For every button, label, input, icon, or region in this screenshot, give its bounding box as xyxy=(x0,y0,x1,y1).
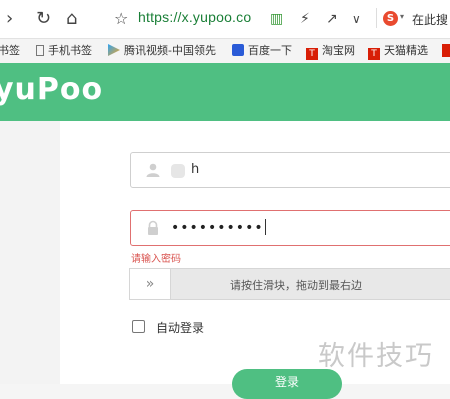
search-engine-dropdown-icon[interactable]: ▾ xyxy=(400,12,404,21)
chevron-down-icon[interactable]: ∨ xyxy=(352,8,361,30)
remember-checkbox[interactable] xyxy=(132,320,145,333)
share-icon[interactable]: ↗ xyxy=(326,8,338,30)
forward-icon[interactable]: › xyxy=(6,8,13,30)
username-value: h xyxy=(191,162,200,177)
remember-label[interactable]: 自动登录 xyxy=(156,319,204,336)
watermark-text: 软件技巧 xyxy=(318,341,434,372)
text-caret xyxy=(264,219,266,235)
password-value: •••••••••• xyxy=(171,219,266,236)
lightning-icon[interactable]: ⚡ xyxy=(300,8,310,30)
tmall-icon: T xyxy=(368,48,380,60)
bookmarks-bar: 书签 手机书签 腾讯视频-中国领先 百度一下 T 淘宝网 T 天猫精选 xyxy=(0,38,450,64)
search-box[interactable]: 在此搜 xyxy=(412,11,448,28)
slider-handle[interactable]: » xyxy=(130,269,171,299)
username-field[interactable]: h xyxy=(130,152,450,188)
password-error-message: 请输入密码 xyxy=(131,254,181,265)
bookmark-item[interactable]: 百度一下 xyxy=(232,43,292,59)
reader-icon[interactable]: ▥ xyxy=(270,8,283,30)
search-engine-icon[interactable]: S xyxy=(383,11,398,26)
redacted-text xyxy=(171,164,185,178)
bookmark-item[interactable]: 书签 xyxy=(0,43,20,59)
slider-instruction: 请按住滑块，拖动到最右边 xyxy=(230,279,362,292)
bookmark-item[interactable]: T 淘宝网 xyxy=(306,43,355,60)
user-icon xyxy=(146,163,160,177)
overflow-bookmark-icon[interactable] xyxy=(442,44,450,57)
login-button[interactable]: 登录 xyxy=(232,369,342,399)
lock-icon xyxy=(148,220,158,235)
star-icon[interactable]: ☆ xyxy=(114,8,128,30)
slider-captcha[interactable]: » 请按住滑块，拖动到最右边 xyxy=(129,268,450,300)
bookmark-item[interactable]: 手机书签 xyxy=(36,43,92,59)
password-field[interactable]: •••••••••• xyxy=(130,210,450,246)
phone-icon xyxy=(36,45,44,56)
bookmark-item[interactable]: T 天猫精选 xyxy=(368,43,428,60)
video-icon xyxy=(108,44,120,56)
left-panel xyxy=(0,121,60,384)
address-bar[interactable]: https://x.yupoo.co xyxy=(138,9,251,25)
bookmark-item[interactable]: 腾讯视频-中国领先 xyxy=(108,43,216,59)
taobao-icon: T xyxy=(306,48,318,60)
site-logo[interactable]: yuPoo xyxy=(0,72,103,107)
refresh-icon[interactable]: ↻ xyxy=(36,8,51,30)
browser-toolbar: › ↻ ⌂ ☆ https://x.yupoo.co ▥ ⚡ ↗ ∨ S ▾ 在… xyxy=(0,0,450,38)
home-icon[interactable]: ⌂ xyxy=(66,8,77,30)
toolbar-divider xyxy=(376,8,377,28)
paw-icon xyxy=(232,44,244,56)
